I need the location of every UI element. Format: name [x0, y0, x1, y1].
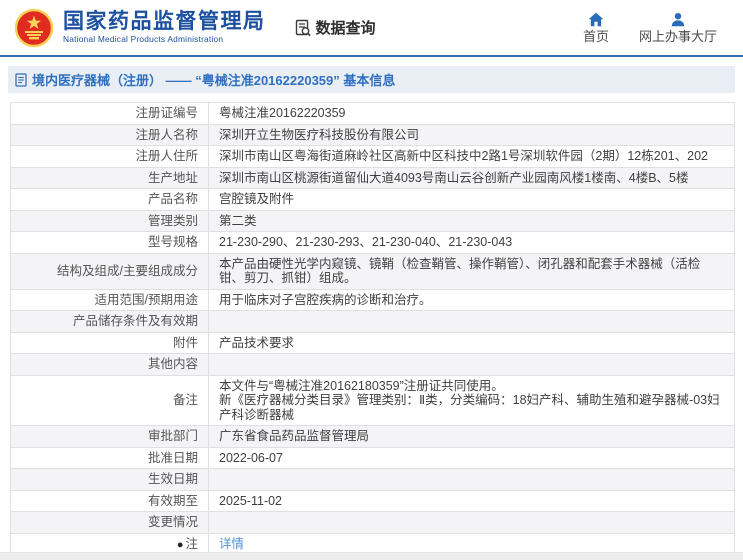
table-row: 注册人名称深圳开立生物医疗科技股份有限公司 — [11, 124, 735, 146]
row-label: 型号规格 — [11, 232, 209, 254]
row-label: 产品名称 — [11, 189, 209, 211]
table-row: 生产地址深圳市南山区桃源街道留仙大道4093号南山云谷创新产业园南风楼1楼南、4… — [11, 167, 735, 189]
table-row: 附件产品技术要求 — [11, 332, 735, 354]
row-value — [209, 469, 735, 491]
row-label: 产品储存条件及有效期 — [11, 311, 209, 333]
row-value: 产品技术要求 — [209, 332, 735, 354]
nav-service-hall[interactable]: 网上办事大厅 — [639, 12, 717, 43]
row-label: 有效期至 — [11, 490, 209, 512]
table-row: 管理类别第二类 — [11, 210, 735, 232]
agency-text: 国家药品监督管理局 National Medical Products Admi… — [63, 10, 266, 44]
row-value: 用于临床对子宫腔疾病的诊断和治疗。 — [209, 289, 735, 311]
agency-title: 国家药品监督管理局 — [63, 10, 266, 33]
row-value: 粤械注准20162220359 — [209, 103, 735, 125]
note-bullet-icon: ● — [177, 539, 184, 551]
row-value: 2022-06-07 — [209, 447, 735, 469]
nav-home[interactable]: 首页 — [583, 12, 609, 43]
row-value: 2025-11-02 — [209, 490, 735, 512]
row-value: 深圳市南山区桃源街道留仙大道4093号南山云谷创新产业园南风楼1楼南、4楼B、5… — [209, 167, 735, 189]
row-value: 宫腔镜及附件 — [209, 189, 735, 211]
table-row: 适用范围/预期用途用于临床对子宫腔疾病的诊断和治疗。 — [11, 289, 735, 311]
row-label: 备注 — [11, 375, 209, 426]
table-row: 批准日期2022-06-07 — [11, 447, 735, 469]
row-value: 21-230-290、21-230-293、21-230-040、21-230-… — [209, 232, 735, 254]
table-row: 注册证编号粤械注准20162220359 — [11, 103, 735, 125]
info-table: 注册证编号粤械注准20162220359注册人名称深圳开立生物医疗科技股份有限公… — [10, 102, 735, 556]
row-label: 结构及组成/主要组成成分 — [11, 253, 209, 289]
nav-service-hall-label: 网上办事大厅 — [639, 30, 717, 43]
row-value: 深圳市南山区粤海街道麻岭社区高新中区科技中2路1号深圳软件园（2期）12栋201… — [209, 146, 735, 168]
row-value: 本产品由硬性光学内窥镜、镜鞘（检查鞘管、操作鞘管）、闭孔器和配套手术器械（活检钳… — [209, 253, 735, 289]
header: 国家药品监督管理局 National Medical Products Admi… — [0, 0, 743, 57]
table-row: 结构及组成/主要组成成分本产品由硬性光学内窥镜、镜鞘（检查鞘管、操作鞘管）、闭孔… — [11, 253, 735, 289]
home-icon — [588, 12, 604, 27]
row-label: 注册人住所 — [11, 146, 209, 168]
data-query-tab[interactable]: 数据查询 — [294, 17, 376, 38]
table-row: 有效期至2025-11-02 — [11, 490, 735, 512]
row-label: 注册人名称 — [11, 124, 209, 146]
row-label: 生产地址 — [11, 167, 209, 189]
table-row: 其他内容 — [11, 354, 735, 376]
row-value — [209, 354, 735, 376]
nav-home-label: 首页 — [583, 30, 609, 43]
row-value — [209, 512, 735, 534]
national-emblem-icon — [14, 8, 54, 48]
page-title: 境内医疗器械（注册） —— “粤械注准20162220359” 基本信息 — [32, 70, 395, 89]
data-query-label: 数据查询 — [316, 17, 376, 38]
row-value — [209, 311, 735, 333]
table-row: 注册人住所深圳市南山区粤海街道麻岭社区高新中区科技中2路1号深圳软件园（2期）1… — [11, 146, 735, 168]
detail-link[interactable]: 详情 — [219, 537, 244, 551]
title-bar: 境内医疗器械（注册） —— “粤械注准20162220359” 基本信息 — [8, 66, 735, 93]
row-value: 本文件与“粤械注准20162180359”注册证共同使用。 新《医疗器械分类目录… — [209, 375, 735, 426]
agency-logo-group: 国家药品监督管理局 National Medical Products Admi… — [14, 8, 266, 48]
person-icon — [670, 12, 686, 27]
document-icon — [15, 73, 27, 87]
row-label: 批准日期 — [11, 447, 209, 469]
row-value: 第二类 — [209, 210, 735, 232]
row-label: 其他内容 — [11, 354, 209, 376]
agency-subtitle: National Medical Products Administration — [63, 35, 266, 44]
table-row: 生效日期 — [11, 469, 735, 491]
table-row: 产品名称宫腔镜及附件 — [11, 189, 735, 211]
row-label: 管理类别 — [11, 210, 209, 232]
table-row: 产品储存条件及有效期 — [11, 311, 735, 333]
row-label: 审批部门 — [11, 426, 209, 448]
row-label: 附件 — [11, 332, 209, 354]
row-value: 深圳开立生物医疗科技股份有限公司 — [209, 124, 735, 146]
header-nav: 首页 网上办事大厅 — [583, 12, 731, 43]
table-row: 型号规格21-230-290、21-230-293、21-230-040、21-… — [11, 232, 735, 254]
data-query-icon — [294, 19, 312, 37]
row-label: 注册证编号 — [11, 103, 209, 125]
row-label: 生效日期 — [11, 469, 209, 491]
table-row: 审批部门广东省食品药品监督管理局 — [11, 426, 735, 448]
footer-strip — [0, 552, 743, 560]
row-value: 广东省食品药品监督管理局 — [209, 426, 735, 448]
row-label: 适用范围/预期用途 — [11, 289, 209, 311]
table-row: 备注本文件与“粤械注准20162180359”注册证共同使用。 新《医疗器械分类… — [11, 375, 735, 426]
table-row: 变更情况 — [11, 512, 735, 534]
row-label: 变更情况 — [11, 512, 209, 534]
